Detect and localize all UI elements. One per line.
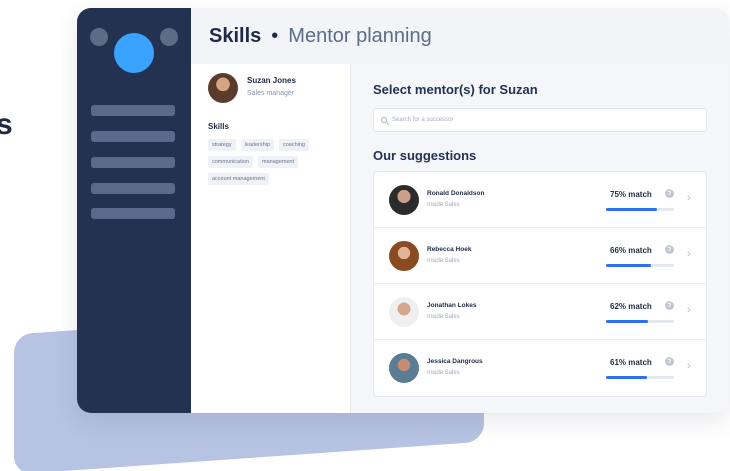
chevron-right-icon[interactable]: › [687, 304, 691, 316]
match-bar-fill [606, 376, 648, 379]
avatar [389, 297, 419, 327]
info-icon[interactable]: ? [665, 301, 674, 310]
mentor-team: Inside Sales [427, 202, 460, 208]
list-item[interactable]: Ronald Donaldson Inside Sales 75% match … [374, 172, 706, 228]
skill-chip: coaching [278, 139, 309, 151]
mentor-name: Ronald Donaldson [427, 190, 485, 197]
skill-chip: communication [208, 156, 253, 168]
match-score: 66% match [610, 246, 652, 255]
skill-chips: strategy leadership coaching communicati… [208, 139, 344, 185]
match-bar [606, 376, 674, 379]
match-score: 62% match [610, 302, 652, 311]
search-placeholder: Search for a successor [392, 117, 454, 123]
skill-chip: management [258, 156, 299, 168]
sidebar [77, 8, 191, 413]
skill-chip: strategy [208, 139, 236, 151]
match-score: 75% match [610, 190, 652, 199]
list-item[interactable]: Jessica Dangrous Inside Sales 61% match … [374, 340, 706, 396]
match-bar-fill [606, 320, 649, 323]
app-window: Skills • Mentor planning Suzan Jones Sal… [77, 8, 729, 413]
match-bar-fill [606, 208, 657, 211]
breadcrumb-separator: • [271, 24, 279, 47]
chevron-right-icon[interactable]: › [687, 248, 691, 260]
match-score: 61% match [610, 358, 652, 367]
avatar [389, 241, 419, 271]
info-icon[interactable]: ? [665, 189, 674, 198]
profile-avatar [208, 73, 238, 103]
list-item[interactable]: Jonathan Lokes Inside Sales 62% match ? … [374, 284, 706, 340]
match-bar [606, 320, 674, 323]
mentor-team: Inside Sales [427, 258, 460, 264]
window-dot [160, 28, 178, 46]
sidebar-item-1[interactable] [91, 105, 175, 116]
list-item[interactable]: Rebecca Hoek Inside Sales 66% match ? › [374, 228, 706, 284]
chevron-right-icon[interactable]: › [687, 192, 691, 204]
mentor-name: Rebecca Hoek [427, 246, 472, 253]
partial-text: s [0, 108, 13, 141]
sidebar-item-3[interactable] [91, 157, 175, 168]
match-bar [606, 264, 674, 267]
section-title: Select mentor(s) for Suzan [373, 82, 538, 97]
search-icon [381, 117, 387, 123]
sidebar-item-5[interactable] [91, 208, 175, 219]
avatar[interactable] [114, 33, 154, 73]
avatar [389, 185, 419, 215]
info-icon[interactable]: ? [665, 245, 674, 254]
profile-panel: Suzan Jones Sales manager Skills strateg… [191, 64, 351, 413]
skill-chip: account management [208, 173, 269, 185]
suggestion-list: Ronald Donaldson Inside Sales 75% match … [373, 171, 707, 397]
mentor-name: Jessica Dangrous [427, 358, 483, 365]
breadcrumb-section[interactable]: Skills [209, 25, 261, 48]
chevron-right-icon[interactable]: › [687, 360, 691, 372]
info-icon[interactable]: ? [665, 357, 674, 366]
search-input[interactable]: Search for a successor [373, 108, 707, 132]
breadcrumb: Skills • Mentor planning [191, 8, 729, 64]
avatar [389, 353, 419, 383]
mentor-name: Jonathan Lokes [427, 302, 477, 309]
suggestions-heading: Our suggestions [373, 148, 477, 163]
sidebar-item-2[interactable] [91, 131, 175, 142]
profile-name: Suzan Jones [247, 76, 296, 85]
skill-chip: leadership [240, 139, 274, 151]
profile-role: Sales manager [247, 90, 295, 97]
mentor-selection: Select mentor(s) for Suzan Search for a … [351, 64, 729, 413]
window-dot [90, 28, 108, 46]
skills-heading: Skills [208, 122, 229, 131]
match-bar-fill [606, 264, 651, 267]
page-title: Mentor planning [288, 24, 432, 47]
sidebar-item-4[interactable] [91, 183, 175, 194]
mentor-team: Inside Sales [427, 314, 460, 320]
match-bar [606, 208, 674, 211]
mentor-team: Inside Sales [427, 370, 460, 376]
